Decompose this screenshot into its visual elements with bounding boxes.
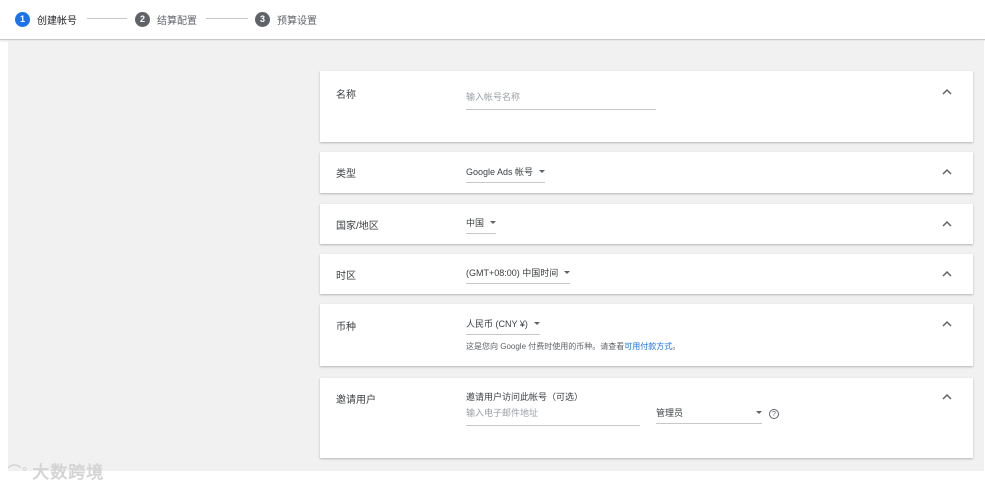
note-end: 。 [672, 342, 681, 351]
help-icon[interactable]: ? [769, 409, 779, 419]
step-label: 结算配置 [157, 15, 197, 27]
caret-down-icon [564, 271, 571, 274]
field-label: 名称 [336, 90, 356, 101]
chevron-up-icon[interactable] [941, 168, 953, 176]
card-account-type: 类型 Google Ads 帐号 [320, 152, 973, 193]
caret-down-icon [756, 411, 762, 414]
card-account-name: 名称 输入帐号名称 [320, 71, 973, 142]
step-create-account[interactable]: 1 创建帐号 [15, 11, 77, 27]
dropdown-value: Google Ads 帐号 [466, 167, 534, 177]
field-label: 国家/地区 [336, 221, 379, 232]
dropdown-value: (GMT+08:00) 中国时间 [466, 268, 559, 278]
country-dropdown[interactable]: 中国 [466, 216, 497, 234]
step-label: 创建帐号 [37, 15, 77, 27]
currency-dropdown[interactable]: 人民币 (CNY ¥) [466, 317, 540, 335]
caret-down-icon [539, 170, 546, 173]
account-type-dropdown[interactable]: Google Ads 帐号 [466, 165, 546, 183]
field-label: 币种 [336, 322, 356, 333]
step-number: 2 [135, 11, 150, 27]
step-label: 预算设置 [277, 15, 317, 27]
chevron-up-icon[interactable] [941, 88, 953, 96]
card-country: 国家/地区 中国 [320, 204, 973, 244]
caret-down-icon [490, 221, 497, 224]
step-budget-setup[interactable]: 3 预算设置 [255, 11, 317, 27]
chevron-up-icon[interactable] [941, 270, 953, 278]
account-name-input[interactable]: 输入帐号名称 [466, 90, 656, 110]
field-label: 邀请用户 [336, 395, 376, 406]
step-connector [87, 18, 127, 19]
help-glyph: ? [772, 410, 776, 418]
dropdown-value: 管理员 [656, 408, 684, 418]
input-placeholder: 输入电子邮件地址 [466, 408, 539, 418]
invite-email-input[interactable]: 输入电子邮件地址 [466, 406, 640, 426]
payment-methods-link[interactable]: 可用付款方式 [624, 342, 672, 351]
caret-down-icon [533, 322, 540, 325]
card-invite-users: 邀请用户 邀请用户访问此帐号（可选） 输入电子邮件地址 管理员 ? [320, 378, 973, 458]
watermark-text: 大数跨境 [32, 463, 105, 482]
step-connector [206, 18, 248, 19]
step-number: 3 [255, 11, 270, 27]
field-label: 类型 [336, 169, 356, 180]
card-currency: 币种 人民币 (CNY ¥) 这是您向 Google 付费时使用的币种。请查看可… [320, 304, 973, 366]
currency-note: 这是您向 Google 付费时使用的币种。请查看可用付款方式。 [466, 341, 680, 352]
field-label: 时区 [336, 271, 356, 282]
card-timezone: 时区 (GMT+08:00) 中国时间 [320, 254, 973, 294]
chevron-up-icon[interactable] [941, 320, 953, 328]
dropdown-value: 人民币 (CNY ¥) [466, 319, 528, 329]
role-dropdown[interactable]: 管理员 [656, 406, 762, 424]
watermark: ⌒° 大数跨境 [8, 458, 104, 483]
timezone-dropdown[interactable]: (GMT+08:00) 中国时间 [466, 266, 571, 284]
dropdown-value: 中国 [466, 218, 485, 228]
step-number: 1 [15, 11, 30, 27]
note-text: 这是您向 Google 付费时使用的币种。请查看 [466, 342, 625, 351]
chevron-up-icon[interactable] [941, 220, 953, 228]
chevron-up-icon[interactable] [941, 393, 953, 401]
invite-subtitle: 邀请用户访问此帐号（可选） [466, 392, 584, 402]
input-placeholder: 输入帐号名称 [466, 92, 521, 102]
stepper-bar: 1 创建帐号 2 结算配置 3 预算设置 [0, 0, 985, 40]
step-billing-setup[interactable]: 2 结算配置 [135, 11, 197, 27]
watermark-logo: ⌒° [8, 464, 29, 479]
